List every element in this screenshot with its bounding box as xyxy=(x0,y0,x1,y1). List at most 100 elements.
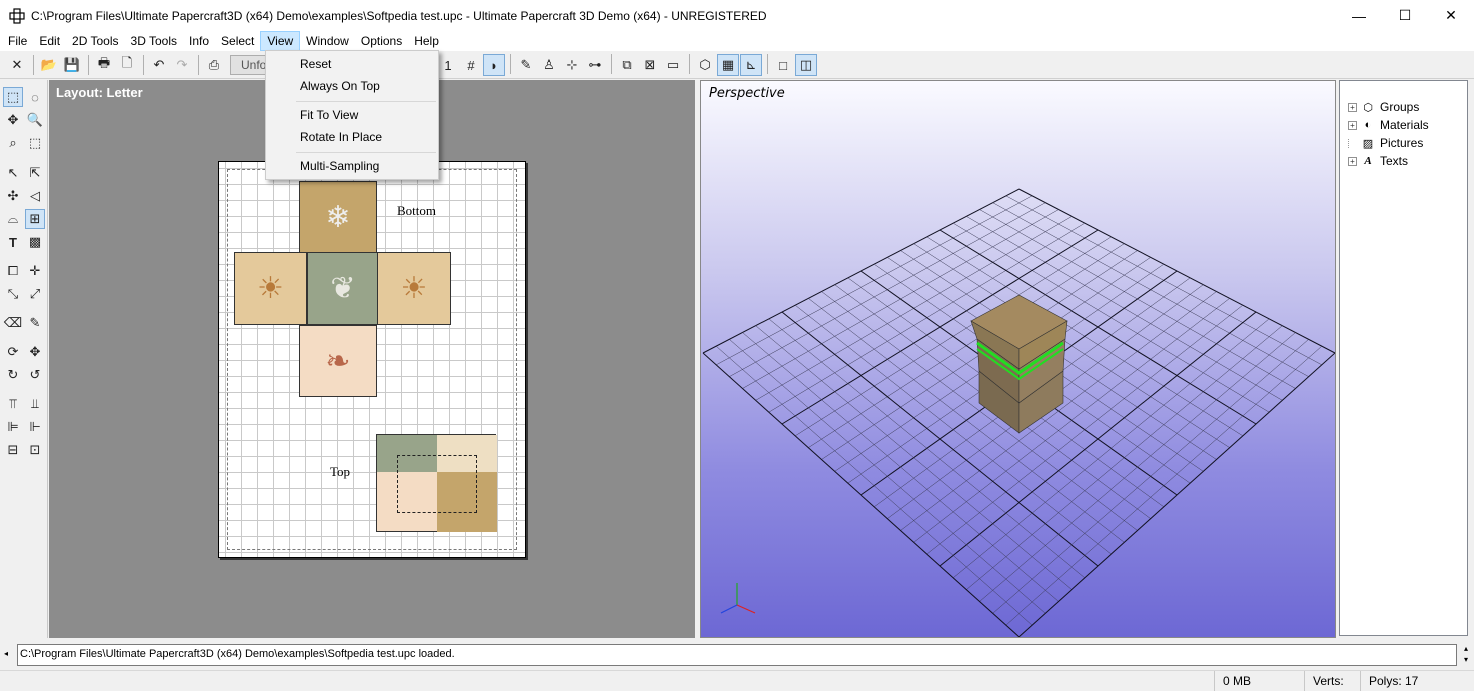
minimize-button[interactable]: — xyxy=(1336,0,1382,31)
open-folder-icon[interactable]: 📂 xyxy=(38,54,60,76)
menu-3d-tools[interactable]: 3D Tools xyxy=(125,31,183,51)
cube-view-icon[interactable]: ⬡ xyxy=(694,54,716,76)
export-icon[interactable]: ⎙ xyxy=(203,54,225,76)
menu-view[interactable]: View xyxy=(260,31,300,51)
grid-view-icon[interactable]: ▦ xyxy=(717,54,739,76)
bottom-label: Bottom xyxy=(397,203,436,219)
distribute-h-icon[interactable]: ⊟ xyxy=(3,440,23,460)
axes-view-icon[interactable]: ⊾ xyxy=(740,54,762,76)
rotate-ccw-icon[interactable]: ↺ xyxy=(25,365,45,385)
menu-options[interactable]: Options xyxy=(355,31,408,51)
join-icon[interactable]: ⊹ xyxy=(561,54,583,76)
face-sun-right[interactable]: ☀ xyxy=(377,252,451,325)
save-icon[interactable]: 💾 xyxy=(61,54,83,76)
expand-icon[interactable]: + xyxy=(1348,103,1357,112)
pencil-icon[interactable]: ✎ xyxy=(25,313,45,333)
text-tool-icon[interactable]: T xyxy=(3,232,23,252)
menu-window[interactable]: Window xyxy=(300,31,355,51)
perspective-view[interactable]: Perspective xyxy=(700,80,1336,638)
pan-icon[interactable]: ✥ xyxy=(25,342,45,362)
tree-item-groups[interactable]: + ⬡ Groups xyxy=(1348,98,1419,116)
log-scroll-icon[interactable]: ▴▾ xyxy=(1464,643,1468,665)
tree-item-texts[interactable]: + A Texts xyxy=(1348,152,1408,170)
tree-item-materials[interactable]: + ◐ Materials xyxy=(1348,116,1429,134)
eyedropper-icon[interactable]: ✎ xyxy=(515,54,537,76)
expand-icon[interactable]: + xyxy=(1348,157,1357,166)
tree-item-pictures[interactable]: ▨ Pictures xyxy=(1348,134,1423,152)
add-piece-icon[interactable]: ⧠ xyxy=(3,261,23,281)
menu-file[interactable]: File xyxy=(2,31,33,51)
resize-icon[interactable]: ⤡ xyxy=(3,284,23,304)
align-right-icon[interactable]: ⊩ xyxy=(25,417,45,437)
zoom-out-icon[interactable]: ⌕ xyxy=(3,133,23,153)
menu-info[interactable]: Info xyxy=(183,31,215,51)
cross-piece-icon[interactable]: ✛ xyxy=(25,261,45,281)
status-verts: Verts: 25 xyxy=(1304,671,1360,691)
toolbar-separator xyxy=(143,55,144,75)
paper-page[interactable]: ❄ ☀ ❦ ☀ ❧ Bottom Top xyxy=(218,161,526,558)
image-tool-icon[interactable]: ▩ xyxy=(25,232,45,252)
align-top-icon[interactable]: ⫪ xyxy=(3,394,23,414)
status-memory: 0 MB xyxy=(1214,671,1294,691)
print-icon[interactable]: 🖶 xyxy=(93,54,115,76)
move-part-icon[interactable]: ✣ xyxy=(3,186,23,206)
distribute-v-icon[interactable]: ⊡ xyxy=(25,440,45,460)
zoom-icon[interactable]: 🔍 xyxy=(25,110,45,130)
menu-separator xyxy=(296,152,436,153)
rotate-part-icon[interactable]: ◁ xyxy=(25,186,45,206)
menu-reset[interactable]: Reset xyxy=(268,53,436,75)
toolbar-separator xyxy=(510,54,511,74)
log-collapse-icon[interactable]: ◂ xyxy=(4,649,8,658)
scene-tree[interactable]: + ⬡ Groups + ◐ Materials ▨ Pictures + A … xyxy=(1339,80,1468,636)
log-output[interactable]: C:\Program Files\Ultimate Papercraft3D (… xyxy=(17,644,1457,666)
align-bottom-icon[interactable]: ⫫ xyxy=(25,394,45,414)
split-icon[interactable]: ⊶ xyxy=(584,54,606,76)
align-left-icon[interactable]: ⊫ xyxy=(3,417,23,437)
expand-icon[interactable]: + xyxy=(1348,121,1357,130)
menu-rotate-in-place[interactable]: Rotate In Place xyxy=(268,126,436,148)
face-oak-leaf[interactable]: ❧ xyxy=(299,325,377,397)
top-piece[interactable] xyxy=(376,434,496,532)
face-sun-left[interactable]: ☀ xyxy=(234,252,307,325)
scale-icon[interactable]: ⤢ xyxy=(25,284,45,304)
face-snowflake[interactable]: ❄ xyxy=(299,181,377,254)
print-preview-icon[interactable]: 🗋 xyxy=(116,54,138,76)
menu-always-on-top[interactable]: Always On Top xyxy=(268,75,436,97)
tool-column: ⬚ ◌ ✥ 🔍 ⌕ ⬚ ↖ ⇱ ✣ ◁ ⌓ ⊞ T ▩ ⧠ ✛ ⤡ ⤢ ⌫ ✎ … xyxy=(0,80,48,638)
zoom-box-icon[interactable]: ⬚ xyxy=(25,133,45,153)
split-pane-icon[interactable]: ◫ xyxy=(795,54,817,76)
lasso-icon[interactable]: ◌ xyxy=(25,87,45,107)
edit-group-icon[interactable]: ⊠ xyxy=(639,54,661,76)
close-file-icon[interactable]: ✕ xyxy=(6,54,28,76)
menu-fit-to-view[interactable]: Fit To View xyxy=(268,104,436,126)
menu-help[interactable]: Help xyxy=(408,31,445,51)
flap-icon[interactable]: ◗ xyxy=(483,54,505,76)
ruler-icon[interactable]: ▭ xyxy=(662,54,684,76)
tree-line xyxy=(1348,139,1357,148)
hash-number-icon[interactable]: # xyxy=(460,54,482,76)
eraser-icon[interactable]: ⌫ xyxy=(3,313,23,333)
menu-bar: File Edit 2D Tools 3D Tools Info Select … xyxy=(0,31,1474,51)
menu-2d-tools[interactable]: 2D Tools xyxy=(66,31,124,51)
orbit-icon[interactable]: ⟳ xyxy=(3,342,23,362)
maximize-button[interactable]: ☐ xyxy=(1382,0,1428,31)
undo-icon[interactable]: ↶ xyxy=(148,54,170,76)
select-arrow-icon[interactable]: ↖ xyxy=(3,163,23,183)
menu-edit[interactable]: Edit xyxy=(33,31,66,51)
select-edge-icon[interactable]: ⇱ xyxy=(25,163,45,183)
rotate-cw-icon[interactable]: ↻ xyxy=(3,365,23,385)
face-leaf[interactable]: ❦ xyxy=(307,252,379,325)
rect-select-icon[interactable]: ⬚ xyxy=(3,87,23,107)
group-icon[interactable]: ⧉ xyxy=(616,54,638,76)
single-number-icon[interactable]: 1 xyxy=(437,54,459,76)
paint-icon[interactable]: ♙ xyxy=(538,54,560,76)
close-button[interactable]: ✕ xyxy=(1428,0,1474,31)
menu-select[interactable]: Select xyxy=(215,31,260,51)
unfold-button[interactable]: Unfold xyxy=(230,55,270,75)
move-icon[interactable]: ✥ xyxy=(3,110,23,130)
fold-icon[interactable]: ⌓ xyxy=(3,209,23,229)
single-pane-icon[interactable]: □ xyxy=(772,54,794,76)
menu-multi-sampling[interactable]: Multi-Sampling xyxy=(268,155,436,177)
grid-tool-icon[interactable]: ⊞ xyxy=(25,209,45,229)
redo-icon[interactable]: ↷ xyxy=(171,54,193,76)
